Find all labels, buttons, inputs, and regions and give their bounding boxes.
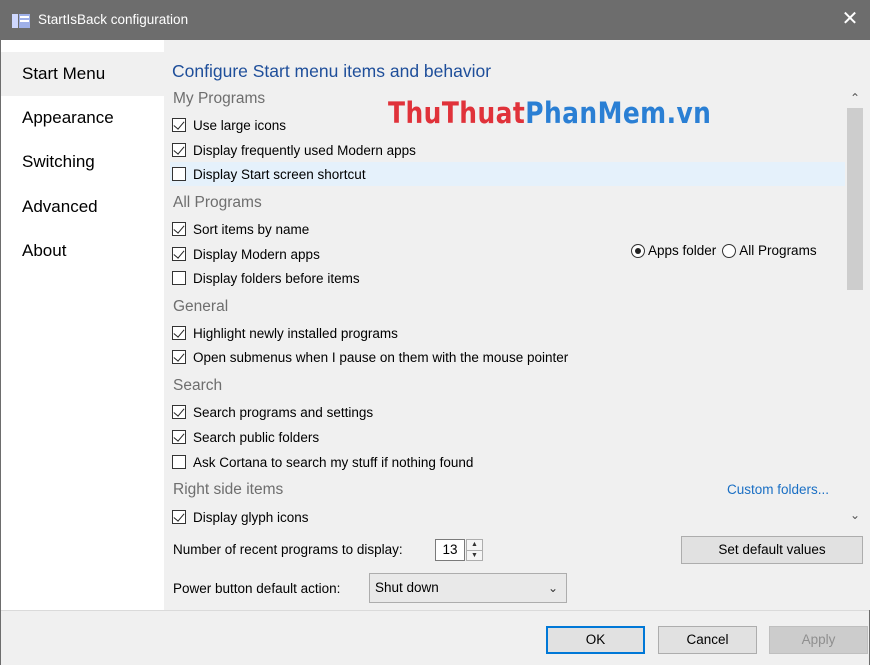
stepper-down-icon[interactable]: ▼ bbox=[467, 550, 482, 561]
set-default-values-button[interactable]: Set default values bbox=[681, 536, 863, 564]
window-title: StartIsBack configuration bbox=[38, 12, 189, 27]
radio-apps-folder[interactable] bbox=[631, 243, 645, 258]
checkbox-label: Display folders before items bbox=[193, 270, 360, 286]
group-title-general: General bbox=[173, 298, 229, 315]
checkbox-display-folders-before-items[interactable]: Display folders before items bbox=[172, 266, 360, 290]
ok-button[interactable]: OK bbox=[546, 626, 645, 654]
sidebar: Start Menu Appearance Switching Advanced… bbox=[1, 40, 164, 610]
checkbox-ask-cortana[interactable]: Ask Cortana to search my stuff if nothin… bbox=[172, 450, 473, 474]
app-icon bbox=[12, 14, 30, 28]
checkbox-open-submenus-on-pause[interactable]: Open submenus when I pause on them with … bbox=[172, 345, 568, 369]
checkbox-display-start-screen-shortcut[interactable]: Display Start screen shortcut bbox=[172, 162, 366, 186]
checkbox-label: Display frequently used Modern apps bbox=[193, 142, 416, 158]
modern-apps-location-radio-group: Apps folder All Programs bbox=[631, 243, 823, 258]
checkbox-box[interactable] bbox=[172, 405, 186, 419]
checkbox-label: Display Start screen shortcut bbox=[193, 166, 366, 182]
radio-all-programs[interactable] bbox=[722, 243, 737, 258]
checkbox-label: Display Modern apps bbox=[193, 246, 320, 262]
checkbox-box[interactable] bbox=[172, 118, 186, 132]
checkbox-highlight-new-programs[interactable]: Highlight newly installed programs bbox=[172, 321, 398, 345]
checkbox-box[interactable] bbox=[172, 430, 186, 444]
checkbox-search-programs-settings[interactable]: Search programs and settings bbox=[172, 400, 373, 424]
checkbox-box[interactable] bbox=[172, 167, 186, 181]
checkbox-label: Highlight newly installed programs bbox=[193, 325, 398, 341]
scroll-down-icon[interactable]: ⌄ bbox=[845, 505, 865, 525]
checkbox-display-glyph-icons[interactable]: Display glyph icons bbox=[172, 505, 309, 529]
sidebar-item-start-menu[interactable]: Start Menu bbox=[1, 52, 164, 96]
watermark-logo: ThuThuatPhanMem.vn bbox=[388, 96, 711, 130]
radio-label-all-programs[interactable]: All Programs bbox=[739, 243, 816, 258]
checkbox-label: Use large icons bbox=[193, 117, 287, 133]
group-title-search: Search bbox=[173, 377, 223, 394]
group-title-right-side-items: Right side items bbox=[173, 481, 284, 498]
checkbox-box[interactable] bbox=[172, 326, 186, 340]
checkbox-label: Search public folders bbox=[193, 429, 320, 445]
checkbox-box[interactable] bbox=[172, 455, 186, 469]
chevron-down-icon: ⌄ bbox=[547, 581, 558, 595]
watermark-part1: ThuThuat bbox=[388, 96, 526, 130]
stepper-buttons: ▲ ▼ bbox=[466, 539, 483, 561]
close-icon[interactable]: ✕ bbox=[830, 0, 870, 40]
checkbox-label: Display glyph icons bbox=[193, 509, 309, 525]
vertical-scrollbar[interactable]: ⌃ ⌄ bbox=[845, 88, 865, 525]
page-title: Configure Start menu items and behavior bbox=[172, 61, 492, 81]
sidebar-item-appearance[interactable]: Appearance bbox=[1, 96, 164, 140]
checkbox-label: Ask Cortana to search my stuff if nothin… bbox=[193, 454, 474, 470]
title-bar: StartIsBack configuration ✕ bbox=[0, 0, 870, 40]
watermark-part2: PhanMem.vn bbox=[525, 96, 712, 130]
custom-folders-link[interactable]: Custom folders... bbox=[727, 482, 829, 497]
sidebar-item-advanced[interactable]: Advanced bbox=[1, 185, 164, 229]
checkbox-label: Search programs and settings bbox=[193, 404, 374, 420]
checkbox-search-public-folders[interactable]: Search public folders bbox=[172, 425, 319, 449]
checkbox-box[interactable] bbox=[172, 271, 186, 285]
checkbox-label: Sort items by name bbox=[193, 221, 310, 237]
power-action-label: Power button default action: bbox=[173, 581, 341, 596]
checkbox-box[interactable] bbox=[172, 247, 186, 261]
checkbox-sort-items-by-name[interactable]: Sort items by name bbox=[172, 217, 309, 241]
checkbox-box[interactable] bbox=[172, 510, 186, 524]
checkbox-label: Open submenus when I pause on them with … bbox=[193, 349, 569, 365]
sidebar-item-switching[interactable]: Switching bbox=[1, 140, 164, 184]
checkbox-box[interactable] bbox=[172, 143, 186, 157]
sidebar-item-about[interactable]: About bbox=[1, 229, 164, 273]
recent-programs-input[interactable]: 13 bbox=[435, 539, 465, 561]
scroll-up-icon[interactable]: ⌃ bbox=[845, 88, 865, 108]
scroll-thumb[interactable] bbox=[847, 108, 863, 290]
group-title-all-programs: All Programs bbox=[173, 194, 262, 211]
recent-programs-label: Number of recent programs to display: bbox=[173, 542, 403, 557]
checkbox-display-modern-apps[interactable]: Display Modern apps bbox=[172, 242, 320, 266]
stepper-up-icon[interactable]: ▲ bbox=[467, 540, 482, 550]
cancel-button[interactable]: Cancel bbox=[658, 626, 757, 654]
power-action-select[interactable]: Shut down ⌄ bbox=[369, 573, 567, 603]
checkbox-use-large-icons[interactable]: Use large icons bbox=[172, 113, 286, 137]
checkbox-box[interactable] bbox=[172, 222, 186, 236]
recent-programs-stepper[interactable]: 13 ▲ ▼ bbox=[435, 539, 483, 561]
power-action-value: Shut down bbox=[375, 580, 439, 595]
radio-label-apps-folder[interactable]: Apps folder bbox=[648, 243, 716, 258]
apply-button[interactable]: Apply bbox=[769, 626, 868, 654]
group-title-my-programs: My Programs bbox=[173, 90, 266, 107]
checkbox-box[interactable] bbox=[172, 350, 186, 364]
checkbox-display-frequent-modern-apps[interactable]: Display frequently used Modern apps bbox=[172, 138, 416, 162]
